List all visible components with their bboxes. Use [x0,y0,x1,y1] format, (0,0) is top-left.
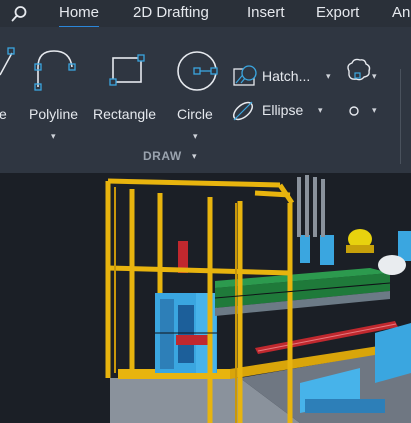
tab-insert[interactable]: Insert [247,4,285,21]
draw-group-label[interactable]: DRAW [143,149,182,163]
circle-dropdown[interactable]: ▾ [193,131,198,142]
point-icon[interactable] [349,106,359,116]
revcloud-dropdown[interactable]: ▾ [372,71,377,82]
ellipse-icon[interactable] [231,99,256,122]
tab-export[interactable]: Export [316,4,359,21]
circle-icon[interactable] [177,51,218,91]
ribbon-separator [400,69,401,164]
polyline-icon[interactable] [34,50,76,91]
tab-annotate[interactable]: An [392,4,410,21]
chevron-down-icon[interactable]: ▾ [192,151,197,162]
rectangle-button[interactable]: Rectangle [93,106,156,122]
circle-button[interactable]: Circle [177,106,213,122]
search-icon[interactable] [10,5,28,23]
hatch-dropdown[interactable]: ▾ [326,71,331,82]
point-dropdown[interactable]: ▾ [372,105,377,116]
polyline-button[interactable]: Polyline [29,106,78,122]
machine-3d-model [105,175,411,423]
ellipse-button[interactable]: Ellipse [262,102,303,118]
drawing-viewport[interactable] [0,173,411,423]
rectangle-icon[interactable] [109,54,145,86]
ribbon-tab-bar: Home 2D Drafting Insert Export An [0,0,411,28]
tab-2d-drafting[interactable]: 2D Drafting [133,4,209,21]
ribbon-icons [0,47,371,122]
revcloud-icon[interactable] [347,58,371,81]
tab-home[interactable]: Home [59,4,100,28]
polyline-dropdown[interactable]: ▾ [51,131,56,142]
ribbon-panel: e Polyline ▾ Rectangle Circle ▾ Hatch...… [0,27,411,173]
hatch-button[interactable]: Hatch... [262,68,310,84]
ellipse-dropdown[interactable]: ▾ [318,105,323,116]
hatch-icon[interactable] [233,65,257,86]
tool-partial-label[interactable]: e [0,106,7,122]
